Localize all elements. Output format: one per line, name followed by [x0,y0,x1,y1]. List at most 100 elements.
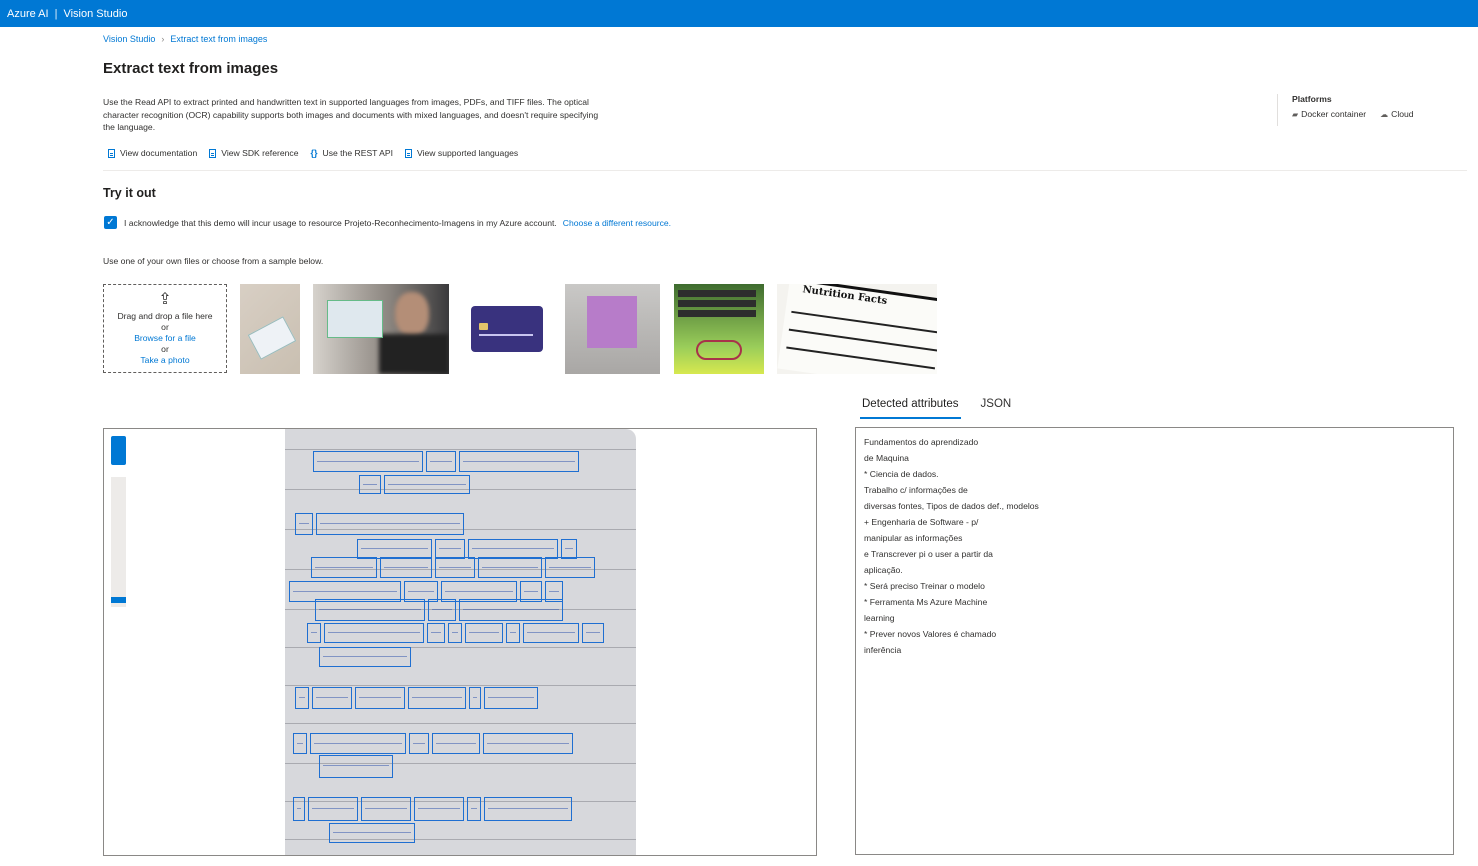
take-photo-link[interactable]: Take a photo [140,355,189,366]
ocr-word-box [435,539,465,559]
platform-cloud-label: Cloud [1391,109,1414,119]
sample-image-nutrition-facts[interactable]: Nutrition Facts [777,284,937,374]
try-it-out-heading: Try it out [103,186,156,200]
ocr-word-box [459,599,563,621]
document-icon [209,148,217,158]
browse-file-link[interactable]: Browse for a file [134,333,196,344]
nutrition-facts-heading: Nutrition Facts [801,284,888,307]
use-rest-api-link[interactable]: {} Use the REST API [310,148,393,158]
detected-line: Fundamentos do aprendizado [864,437,979,447]
ocr-word-box [465,623,503,643]
ocr-word-box [295,687,309,709]
tab-detected-attributes[interactable]: Detected attributes [860,396,961,419]
ocr-word-box [484,687,538,709]
ocr-word-box [315,599,425,621]
thumbnail-scroll-thumb[interactable] [111,597,126,603]
ocr-word-box [307,623,321,643]
section-divider [103,170,1467,171]
breadcrumb-home-link[interactable]: Vision Studio [103,34,155,44]
id-card-graphic [327,300,383,338]
thumbnail-scrollbar[interactable] [111,477,126,607]
ocr-line-box [329,823,415,843]
sample-instructions: Use one of your own files or choose from… [103,256,324,266]
detected-line: aplicação. [864,565,903,575]
label-rule [791,310,937,334]
detected-line: * Será preciso Treinar o modelo [864,581,985,591]
ocr-word-box [469,687,481,709]
view-supported-languages-link[interactable]: View supported languages [405,148,518,158]
detected-line: * Ciencia de dados. [864,469,939,479]
ocr-word-box [414,797,464,821]
sample-image-id-card-photo[interactable] [313,284,449,374]
label-rule [786,346,936,370]
view-sdk-reference-label: View SDK reference [221,148,299,158]
cloud-upload-icon: ⇪ [158,291,172,308]
chevron-right-icon: › [161,34,165,44]
or-label: or [161,344,169,354]
ocr-word-box [361,797,411,821]
ocr-word-box [293,733,307,754]
view-documentation-link[interactable]: View documentation [108,148,197,158]
detected-text-panel: Fundamentos do aprendizado de Maquina * … [855,427,1454,855]
ocr-line-box [307,623,604,643]
page-thumbnail-selected[interactable] [111,436,126,465]
ocr-word-box [316,513,464,535]
detected-line: * Prever novos Valores é chamado [864,629,997,639]
ocr-line-box [311,557,595,578]
notebook-rule-line [285,723,636,724]
use-rest-api-label: Use the REST API [322,148,394,158]
detected-line: learning [864,613,895,623]
chip-graphic [479,323,488,330]
ocr-word-box [467,797,481,821]
detected-line: * Ferramenta Ms Azure Machine [864,597,988,607]
page-description: Use the Read API to extract printed and … [103,97,599,132]
ocr-word-box [355,687,405,709]
document-icon [405,148,413,158]
choose-different-resource-link[interactable]: Choose a different resource. [563,218,671,228]
tab-json[interactable]: JSON [979,396,1014,419]
view-documentation-label: View documentation [120,148,198,158]
detected-line: de Maquina [864,453,909,463]
file-dropzone[interactable]: ⇪ Drag and drop a file here or Browse fo… [103,284,227,373]
sample-image-sticky-note[interactable] [565,284,660,374]
top-navigation-bar: Azure AI | Vision Studio [0,0,1478,27]
drag-drop-label: Drag and drop a file here [117,311,213,321]
ocr-word-box [409,733,429,754]
bicycle-graphic [696,340,742,360]
sample-image-credit-card[interactable] [462,284,552,374]
label-rule [788,328,937,352]
face-graphic [395,292,429,336]
view-sdk-reference-link[interactable]: View SDK reference [209,148,298,158]
poster-text-bar [678,310,756,317]
detected-line: + Engenharia de Software - p/ [864,517,979,527]
view-supported-languages-label: View supported languages [417,148,519,158]
card-graphic [247,316,297,360]
poster-text-bar [678,300,756,307]
suit-graphic [379,334,449,374]
notebook-page-image [285,429,636,855]
sample-image-bicycle-poster[interactable] [674,284,764,374]
breadcrumb-current-link[interactable]: Extract text from images [170,34,267,44]
cloud-icon: ☁ [1380,110,1389,119]
sample-image-social-security-card[interactable] [240,284,300,374]
breadcrumb: Vision Studio › Extract text from images [103,34,267,44]
brand-label[interactable]: Azure AI [7,8,49,20]
ocr-line-box [313,451,579,472]
poster-text-bar [678,290,756,297]
ocr-word-box [408,687,466,709]
platforms-panel: Platforms ▰ Docker container ☁ Cloud [1277,94,1414,126]
ocr-word-box [448,623,462,643]
ocr-word-box [523,623,579,643]
credit-card-graphic [471,306,543,352]
ocr-word-box [324,623,424,643]
ocr-word-box [380,557,432,578]
detected-line: Trabalho c/ informações de [864,485,968,495]
page-title: Extract text from images [103,60,279,77]
ocr-word-box [432,733,480,754]
acknowledge-checkbox[interactable]: ✓ [104,216,117,229]
ocr-word-box [506,623,520,643]
detected-line: inferência [864,645,902,655]
notebook-rule-line [285,449,636,450]
ocr-word-box [311,557,377,578]
product-label[interactable]: Vision Studio [63,8,127,20]
